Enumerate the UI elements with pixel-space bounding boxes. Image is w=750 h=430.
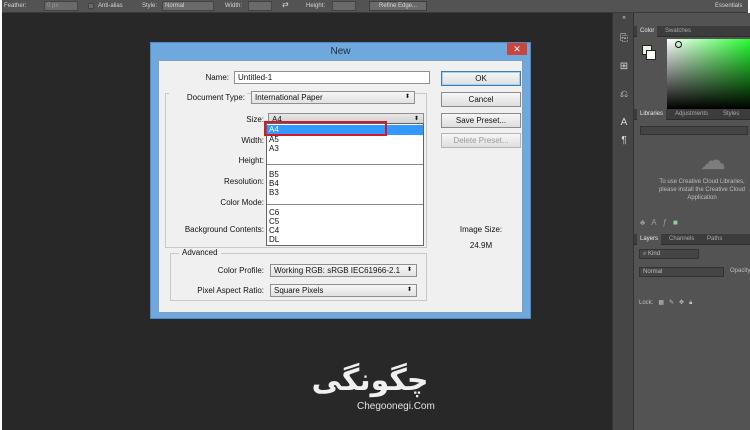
lock-label: Lock: (639, 300, 654, 306)
color-picker-field[interactable] (667, 39, 750, 109)
size-option[interactable]: C5 (269, 217, 279, 226)
library-select[interactable] (640, 126, 748, 135)
feather-label: Feather: (4, 3, 27, 9)
image-size-value: 24.9M (469, 241, 493, 250)
feather-input[interactable]: 0 px (44, 1, 78, 11)
add-color-icon[interactable]: ■ (673, 218, 678, 227)
watermark-logo: چگونگی (285, 355, 455, 403)
advanced-toggle[interactable]: Advanced (179, 248, 221, 257)
color-panel-tabs: Color Swatches (634, 26, 750, 37)
size-option[interactable]: A5 (269, 135, 279, 144)
style-select[interactable]: Normal (162, 1, 214, 11)
width-label: Width: (241, 136, 264, 145)
selection-highlight-box (264, 121, 387, 136)
creative-cloud-offline-icon: ☁ (700, 145, 726, 175)
color-picker-cursor[interactable] (675, 41, 682, 48)
close-button[interactable]: ✕ (507, 43, 527, 55)
size-dropdown-list: A4 A5 A3 B5 B4 B3 C6 C5 C4 DL (266, 123, 424, 246)
ok-button[interactable]: OK (441, 71, 521, 86)
save-preset-button[interactable]: Save Preset... (441, 113, 521, 128)
watermark-logo-text: چگونگی (311, 363, 429, 398)
lock-all-icon[interactable]: 🔒︎ (689, 300, 692, 306)
resolution-label: Resolution: (223, 177, 264, 186)
size-option[interactable]: A3 (269, 144, 279, 153)
color-profile-label: Color Profile: (217, 266, 264, 275)
add-text-icon[interactable]: A (651, 218, 656, 227)
tab-layers[interactable]: Layers (637, 234, 662, 245)
height-label: Height: (306, 3, 326, 9)
size-option-separator (267, 204, 423, 205)
background-contents-label: Background Contents: (184, 225, 264, 234)
right-panels: Color Swatches Libraries Adjustments Sty… (634, 13, 750, 430)
brush-presets-icon[interactable]: ⎌ (616, 87, 632, 103)
tab-paths[interactable]: Paths (704, 234, 725, 245)
size-option[interactable]: B3 (269, 188, 279, 197)
size-option[interactable]: C4 (269, 226, 279, 235)
library-panel-tabs: Libraries Adjustments Styles (634, 109, 750, 120)
blend-mode-select[interactable]: Normal (639, 267, 724, 277)
collapse-icon[interactable]: « (616, 13, 632, 23)
swap-icon[interactable]: ⇄ (282, 1, 289, 9)
size-option[interactable]: B4 (269, 179, 279, 188)
document-type-select[interactable]: International Paper ⬍ (251, 91, 415, 104)
dialog-titlebar[interactable]: New ✕ (151, 43, 530, 60)
properties-icon[interactable]: ⊞ (616, 59, 632, 75)
height-label: Height: (238, 156, 264, 165)
height-input[interactable] (332, 1, 356, 11)
character-icon[interactable]: A (616, 115, 632, 131)
tab-channels[interactable]: Channels (666, 234, 697, 245)
size-option[interactable]: C6 (269, 208, 279, 217)
image-size-label: Image Size: (459, 225, 503, 234)
document-type-label: Document Type: (169, 93, 247, 102)
lock-row: Lock: ▦ ✎ ✥ 🔒︎ (639, 299, 697, 307)
library-footer: ♣ Aƒ ■ (640, 218, 748, 230)
add-graphic-icon[interactable]: ♣ (640, 218, 645, 227)
tab-swatches[interactable]: Swatches (662, 26, 694, 37)
size-option-separator (267, 164, 423, 165)
anti-alias-label: Anti-alias (98, 3, 123, 9)
lock-transparent-icon[interactable]: ▦ (658, 300, 664, 306)
color-profile-select[interactable]: Working RGB: sRGB IEC61966-2.1 ⬍ (270, 264, 417, 277)
panel-icon-strip: « ⎘ ⊞ ⎌ A ¶ (612, 13, 634, 430)
width-label: Width: (225, 3, 243, 9)
history-icon[interactable]: ⎘ (616, 31, 632, 47)
name-field[interactable]: Untitled-1 (234, 71, 430, 84)
size-option[interactable]: B5 (269, 170, 279, 179)
pixel-aspect-ratio-select[interactable]: Square Pixels ⬍ (270, 284, 417, 297)
lock-pixels-icon[interactable]: ✎ (669, 300, 674, 306)
name-label: Name: (205, 73, 229, 82)
lock-position-icon[interactable]: ✥ (679, 300, 684, 306)
add-style-icon[interactable]: ƒ (663, 218, 667, 227)
tab-libraries[interactable]: Libraries (637, 109, 667, 120)
anti-alias-checkbox[interactable] (88, 3, 94, 9)
dialog-title: New (330, 46, 351, 57)
size-label: Size: (246, 115, 264, 124)
background-color-swatch[interactable] (646, 50, 656, 60)
opacity-label: Opacity: (730, 268, 750, 274)
style-label: Style: (142, 3, 158, 9)
workspace-switcher[interactable]: Essentials (715, 2, 742, 10)
size-option[interactable]: DL (269, 235, 279, 244)
delete-preset-button: Delete Preset... (441, 133, 521, 148)
pixel-aspect-ratio-label: Pixel Aspect Ratio: (197, 286, 264, 295)
creative-cloud-message: To use Creative Cloud Libraries, please … (658, 179, 746, 201)
layer-filter-kind[interactable]: ⌕ Kind (639, 249, 699, 259)
paragraph-icon[interactable]: ¶ (616, 133, 632, 149)
tab-styles[interactable]: Styles (720, 109, 742, 120)
width-input[interactable] (248, 1, 272, 11)
options-bar: Feather: 0 px Anti-alias Style: Normal W… (2, 0, 748, 13)
tab-adjustments[interactable]: Adjustments (672, 109, 711, 120)
tab-color[interactable]: Color (637, 26, 658, 37)
cancel-button[interactable]: Cancel (441, 92, 521, 107)
layers-panel-tabs: Layers Channels Paths (634, 234, 750, 245)
color-mode-label: Color Mode: (220, 198, 264, 207)
watermark-url: Chegoonegi.Com (357, 401, 435, 412)
refine-edge-button[interactable]: Refine Edge... (369, 1, 427, 11)
